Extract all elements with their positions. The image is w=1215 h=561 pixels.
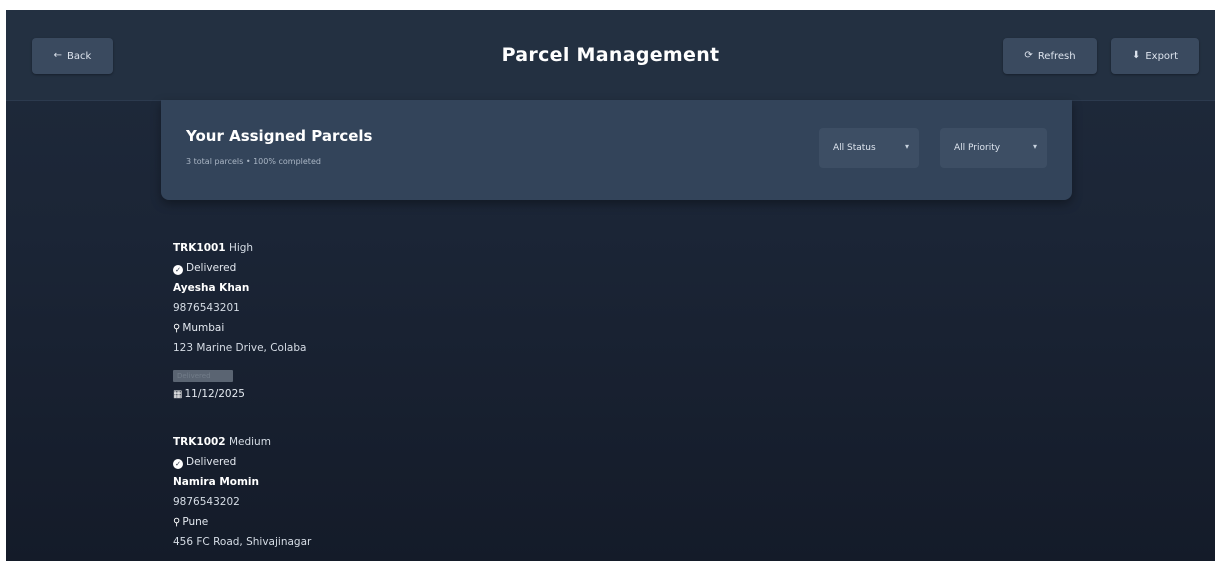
status-filter-select[interactable]: All Status ▾ [819, 128, 919, 168]
download-icon: ⬇ [1131, 50, 1141, 61]
address-text: 123 Marine Drive, Colaba [173, 342, 307, 354]
recipient-phone: 9876543201 [173, 302, 240, 314]
assigned-parcels-panel: Your Assigned Parcels 3 total parcels • … [161, 100, 1072, 200]
status-text: Delivered [186, 262, 237, 274]
calendar-icon: ▦ [173, 389, 183, 400]
panel-subtitle: 3 total parcels • 100% completed [186, 157, 321, 166]
parcel-header: TRK1002 Medium [173, 436, 271, 448]
parcel-header: TRK1001 High [173, 242, 253, 254]
map-pin-icon: ⚲ [173, 517, 181, 528]
status-text: Delivered [186, 456, 237, 468]
refresh-button[interactable]: ⟳ Refresh [1003, 38, 1097, 74]
status-row: ✓ Delivered [173, 262, 236, 275]
status-row: ✓ Delivered [173, 456, 236, 469]
city-row: ⚲ Pune [173, 516, 208, 528]
map-pin-icon: ⚲ [173, 323, 181, 334]
status-chip: Delivered [173, 370, 233, 385]
tracking-number: TRK1002 [173, 436, 226, 448]
date-text: 11/12/2025 [184, 388, 245, 400]
export-button[interactable]: ⬇ Export [1111, 38, 1199, 74]
priority-label: High [228, 242, 254, 254]
recipient-phone: 9876543202 [173, 496, 240, 508]
city-text: Pune [182, 516, 209, 528]
refresh-label: Refresh [1037, 50, 1076, 62]
check-circle-icon: ✓ [173, 265, 183, 275]
status-chip-text: Delivered [173, 370, 233, 382]
app-window: ← Back Parcel Management ⟳ Refresh ⬇ Exp… [6, 10, 1215, 561]
city-text: Mumbai [182, 322, 225, 334]
tracking-number: TRK1001 [173, 242, 226, 254]
city-row: ⚲ Mumbai [173, 322, 224, 334]
recipient-name: Namira Momin [173, 476, 260, 488]
status-filter-value: All Status [833, 143, 876, 153]
export-label: Export [1145, 50, 1179, 62]
top-bar: ← Back Parcel Management ⟳ Refresh ⬇ Exp… [6, 10, 1215, 101]
panel-title: Your Assigned Parcels [186, 127, 373, 145]
priority-filter-value: All Priority [954, 143, 1001, 153]
refresh-icon: ⟳ [1024, 50, 1033, 61]
recipient-name: Ayesha Khan [173, 282, 250, 294]
check-circle-icon: ✓ [173, 459, 183, 469]
priority-filter-select[interactable]: All Priority ▾ [940, 128, 1047, 168]
priority-label: Medium [228, 436, 271, 448]
chevron-down-icon: ▾ [1032, 142, 1037, 151]
date-row: ▦ 11/12/2025 [173, 388, 245, 400]
address-text: 456 FC Road, Shivajinagar [173, 536, 312, 548]
chevron-down-icon: ▾ [904, 142, 909, 151]
